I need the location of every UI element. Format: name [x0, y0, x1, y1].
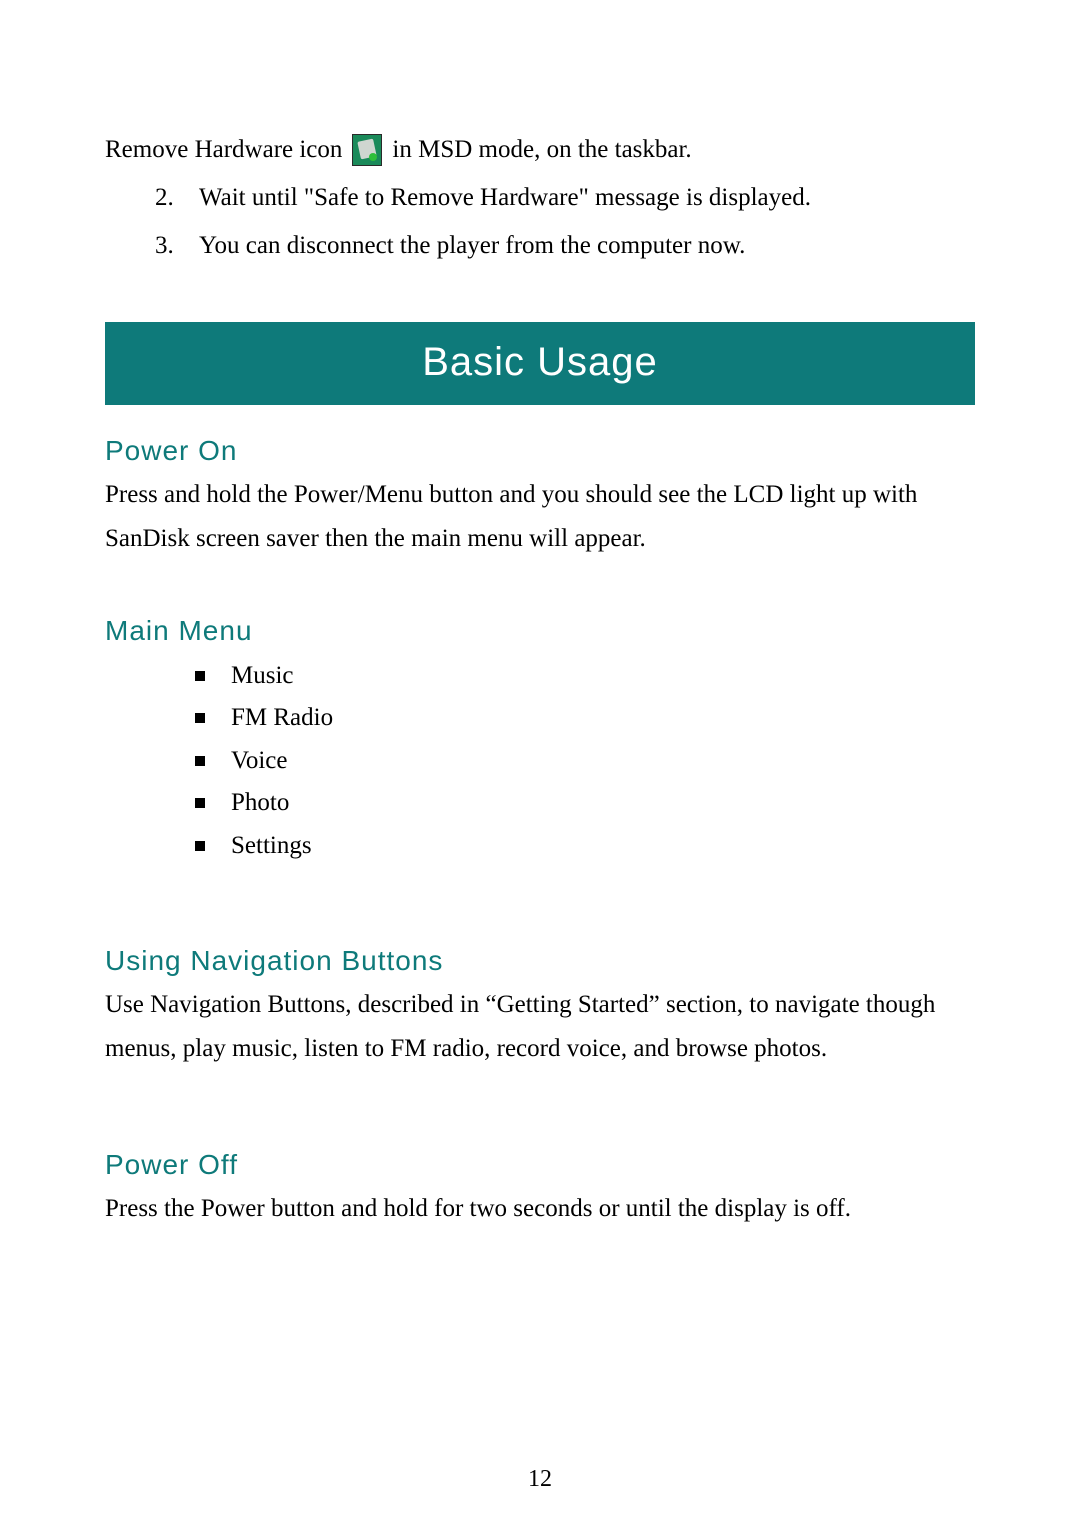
list-item-label: Voice — [231, 740, 287, 783]
heading-main-menu: Main Menu — [105, 615, 975, 647]
list-item-label: Photo — [231, 782, 289, 825]
heading-navigation-buttons: Using Navigation Buttons — [105, 945, 975, 977]
list-item-label: FM Radio — [231, 697, 333, 740]
body-power-on: Press and hold the Power/Menu button and… — [105, 473, 975, 561]
intro-block: Remove Hardware icon in MSD mode, on the… — [105, 130, 975, 266]
step-row: 3. You can disconnect the player from th… — [155, 226, 975, 266]
step-number: 2. — [155, 178, 175, 218]
heading-power-on: Power On — [105, 435, 975, 467]
intro-line: Remove Hardware icon in MSD mode, on the… — [105, 130, 975, 170]
square-bullet-icon — [195, 756, 205, 766]
square-bullet-icon — [195, 713, 205, 723]
list-item: FM Radio — [195, 697, 975, 740]
remove-hardware-icon — [352, 134, 382, 166]
square-bullet-icon — [195, 798, 205, 808]
step-text: You can disconnect the player from the c… — [199, 226, 745, 266]
main-menu-list: Music FM Radio Voice Photo Settings — [195, 655, 975, 868]
section-banner-basic-usage: Basic Usage — [105, 322, 975, 405]
list-item: Photo — [195, 782, 975, 825]
page-number: 12 — [0, 1466, 1080, 1493]
list-item: Settings — [195, 825, 975, 868]
heading-power-off: Power Off — [105, 1149, 975, 1181]
body-navigation-buttons: Use Navigation Buttons, described in “Ge… — [105, 983, 975, 1071]
square-bullet-icon — [195, 671, 205, 681]
page: Remove Hardware icon in MSD mode, on the… — [0, 0, 1080, 1533]
body-power-off: Press the Power button and hold for two … — [105, 1187, 975, 1231]
intro-text-post: in MSD mode, on the taskbar. — [392, 130, 691, 170]
step-number: 3. — [155, 226, 175, 266]
step-row: 2. Wait until "Safe to Remove Hardware" … — [155, 178, 975, 218]
list-item: Voice — [195, 740, 975, 783]
list-item-label: Settings — [231, 825, 312, 868]
intro-text-pre: Remove Hardware icon — [105, 130, 342, 170]
list-item: Music — [195, 655, 975, 698]
step-text: Wait until "Safe to Remove Hardware" mes… — [199, 178, 811, 218]
list-item-label: Music — [231, 655, 294, 698]
square-bullet-icon — [195, 841, 205, 851]
